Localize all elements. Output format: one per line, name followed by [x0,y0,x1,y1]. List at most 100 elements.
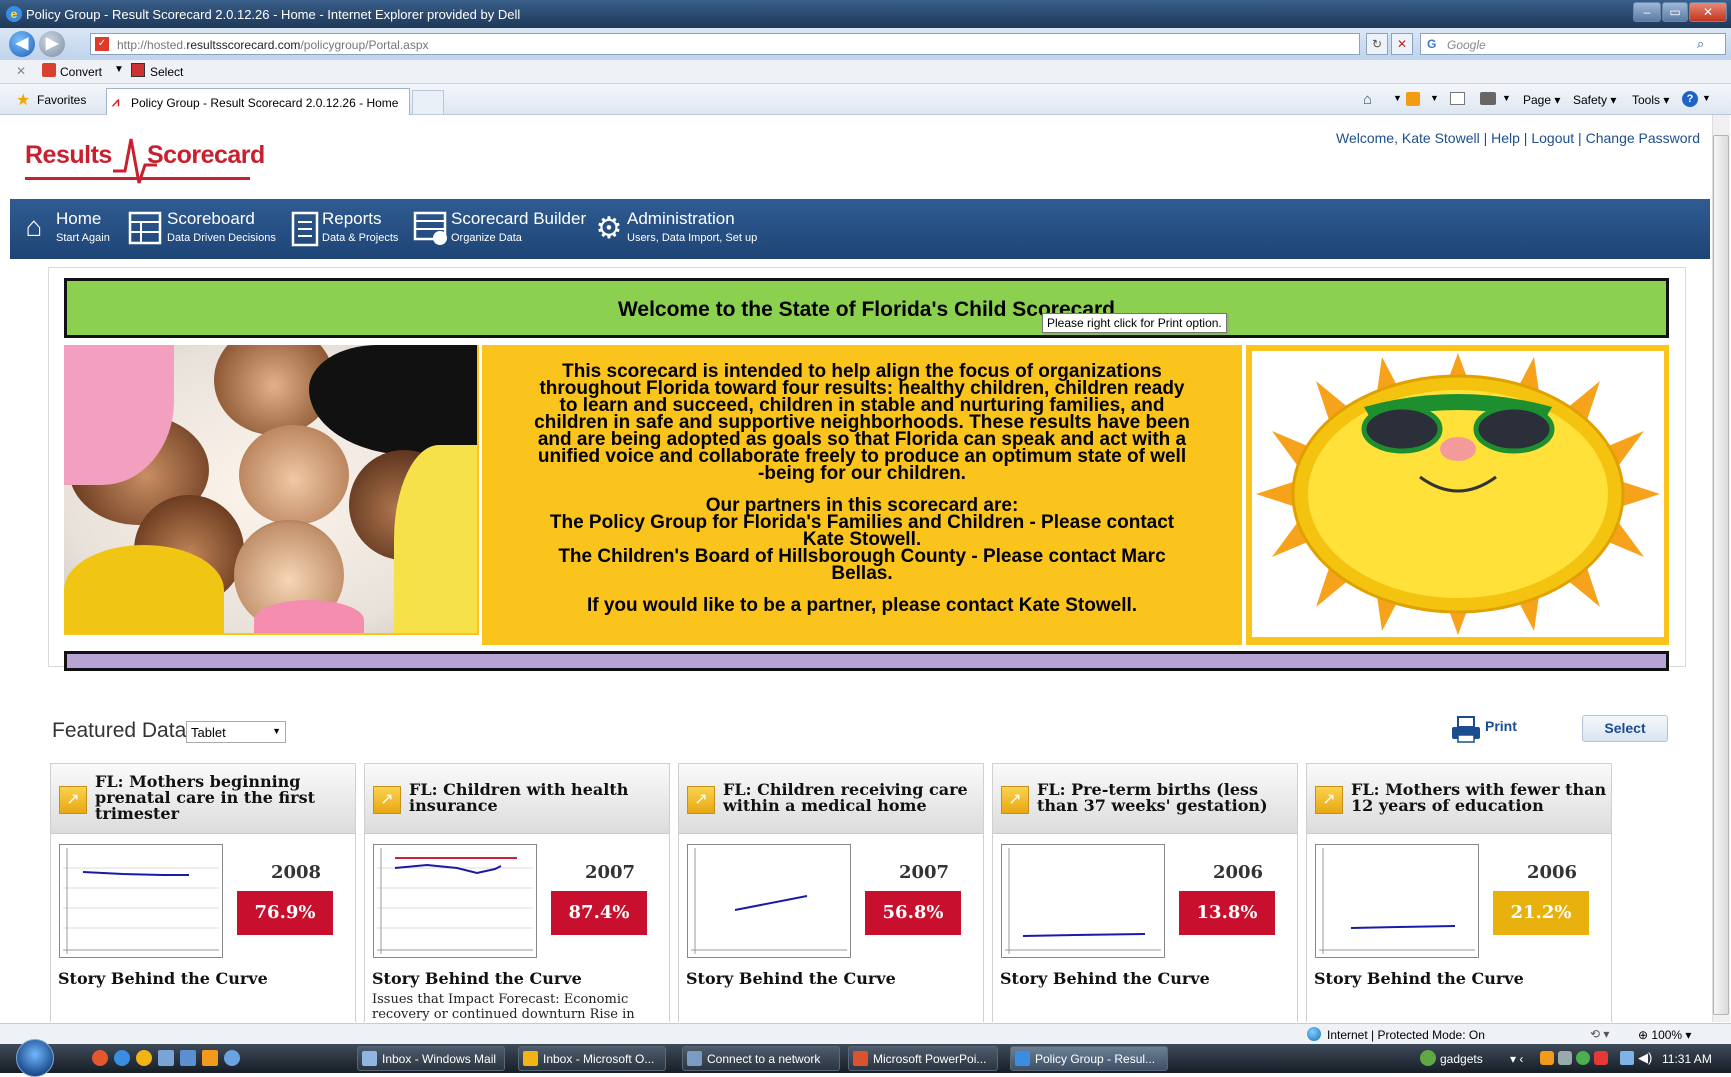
stop-icon[interactable]: ✕ [1391,33,1413,55]
main-navigation: ⌂ Home Start Again Scoreboard Data Driven … [10,199,1710,259]
messenger-icon[interactable] [136,1050,152,1066]
tools-menu[interactable]: Tools ▾ [1632,93,1669,107]
nav-scorecard-builder[interactable]: Scorecard Builder Organize Data [451,209,586,244]
tray-icon[interactable] [1576,1051,1590,1065]
convert-button[interactable]: Convert [60,65,102,79]
tray-icon[interactable] [1594,1051,1608,1065]
print-link[interactable]: Print [1485,718,1517,734]
browser-tab[interactable]: Policy Group - Result Scorecard 2.0.12.2… [106,88,410,115]
ie-logo-icon: e [6,6,22,22]
chevron-down-icon[interactable]: ▼ [1393,93,1402,103]
taskbar-item[interactable]: Microsoft PowerPoi... [848,1046,998,1071]
media-icon[interactable] [202,1050,218,1066]
safety-menu[interactable]: Safety ▾ [1573,93,1616,107]
nav-reports[interactable]: Reports Data & Projects [322,209,398,244]
children-photo-frame [64,345,479,635]
printer-icon[interactable] [1480,92,1496,105]
desktop-icon[interactable] [158,1050,174,1066]
ie-icon [1015,1051,1030,1066]
forward-arrow-icon[interactable]: ▶ [39,31,65,57]
sparkline-chart [1005,848,1161,954]
nav-scoreboard-sub: Data Driven Decisions [167,232,276,244]
start-button[interactable] [16,1039,54,1077]
featured-card[interactable]: ↗ FL: Children receiving care within a m… [678,763,984,1022]
tab-favicon-icon: ⩘ [112,94,120,109]
mail-icon [362,1051,377,1066]
gadgets-button[interactable]: gadgets [1440,1052,1483,1066]
page-menu[interactable]: Page ▾ [1523,93,1560,107]
select-tool-button[interactable]: Select [150,65,183,79]
nav-home[interactable]: Home Start Again [56,209,110,244]
tray-icon[interactable] [1558,1051,1572,1065]
card-value: 21.2% [1493,891,1589,935]
featured-card[interactable]: ↗ FL: Pre-term births (less than 37 week… [992,763,1298,1022]
ie-icon[interactable] [114,1050,130,1066]
sparkline-chart [63,848,219,954]
favorites-button[interactable]: Favorites [37,93,86,107]
chevron-down-icon[interactable]: ▼ [1430,93,1439,103]
nav-home-label: Home [56,209,102,228]
url-path: /policygroup/Portal.aspx [300,38,429,52]
story-behind-curve-link[interactable]: Story Behind the Curve [372,969,582,988]
mail-icon[interactable] [1450,92,1465,105]
separator: | [1574,130,1586,146]
nav-scoreboard[interactable]: Scoreboard Data Driven Decisions [167,209,276,244]
taskbar-item[interactable]: Inbox - Microsoft O... [518,1046,666,1071]
search-input[interactable]: Google [1420,33,1726,55]
taskbar-item-active[interactable]: Policy Group - Resul... [1010,1046,1168,1071]
story-behind-curve-link[interactable]: Story Behind the Curve [1314,969,1524,988]
card-sparkline [59,844,223,958]
maximize-button[interactable]: ▭ [1662,2,1688,22]
help-icon[interactable]: ? [1682,91,1698,107]
chevron-down-icon[interactable]: ▼ [114,64,124,75]
card-title: FL: Children with health insurance [409,780,629,815]
scrollbar-thumb[interactable] [1713,135,1729,1015]
search-icon[interactable] [224,1050,240,1066]
firefox-icon[interactable] [92,1050,108,1066]
feeds-icon[interactable] [1406,92,1420,106]
taskbar-item[interactable]: Connect to a network [682,1046,840,1071]
featured-card[interactable]: ↗ FL: Children with health insurance 200… [364,763,670,1022]
tray-icon[interactable] [1540,1051,1554,1065]
switch-windows-icon[interactable] [180,1050,196,1066]
windows-taskbar: Inbox - Windows Mail Inbox - Microsoft O… [0,1039,1731,1077]
select-button[interactable]: Select [1582,715,1668,742]
story-behind-curve-link[interactable]: Story Behind the Curve [58,969,268,988]
show-hidden-icons-icon[interactable]: ▾ ‹ [1510,1052,1523,1066]
back-arrow-icon[interactable]: ◀ [9,31,35,57]
system-clock[interactable]: 11:31 AM [1662,1052,1712,1066]
search-icon[interactable]: ⌕ [1697,36,1704,52]
featured-card[interactable]: ↗ FL: Mothers beginning prenatal care in… [50,763,356,1022]
chevron-down-icon[interactable]: ▼ [1702,93,1711,103]
user-name-link[interactable]: Kate Stowell [1402,130,1480,146]
home-icon[interactable]: ⌂ [1363,91,1372,108]
taskbar-item[interactable]: Inbox - Windows Mail [357,1046,505,1071]
card-value: 87.4% [551,891,647,935]
security-zone: Internet | Protected Mode: On [1327,1028,1485,1042]
card-value: 13.8% [1179,891,1275,935]
printer-icon[interactable] [1450,715,1482,743]
new-tab-button[interactable] [412,90,444,115]
nav-administration[interactable]: Administration Users, Data Import, Set up [627,209,757,244]
results-scorecard-logo[interactable]: Results Scorecard [25,133,265,189]
close-toolbar-icon[interactable]: ✕ [16,64,26,78]
logout-link[interactable]: Logout [1531,130,1574,146]
zoom-level[interactable]: ⊕ 100% ▾ [1638,1028,1691,1042]
view-select[interactable]: Tablet ▼ [186,721,286,743]
sun-illustration [1252,351,1664,637]
url-input[interactable]: http://hosted.resultsscorecard.com/polic… [90,33,1360,55]
featured-card[interactable]: ↗ FL: Mothers with fewer than 12 years o… [1306,763,1612,1022]
help-link[interactable]: Help [1491,130,1520,146]
story-behind-curve-link[interactable]: Story Behind the Curve [1000,969,1210,988]
network-status-icon[interactable] [1620,1051,1634,1065]
refresh-icon[interactable]: ↻ [1366,33,1388,55]
close-window-button[interactable]: ✕ [1689,2,1727,22]
globe-icon [1307,1027,1321,1041]
separator: | [1519,130,1532,146]
story-behind-curve-link[interactable]: Story Behind the Curve [686,969,896,988]
protected-mode-icon[interactable]: ⟲ ▾ [1590,1027,1609,1041]
change-password-link[interactable]: Change Password [1586,130,1700,146]
volume-icon[interactable]: ◀) [1638,1050,1652,1066]
minimize-button[interactable]: – [1633,2,1661,22]
chevron-down-icon[interactable]: ▼ [1502,93,1511,103]
